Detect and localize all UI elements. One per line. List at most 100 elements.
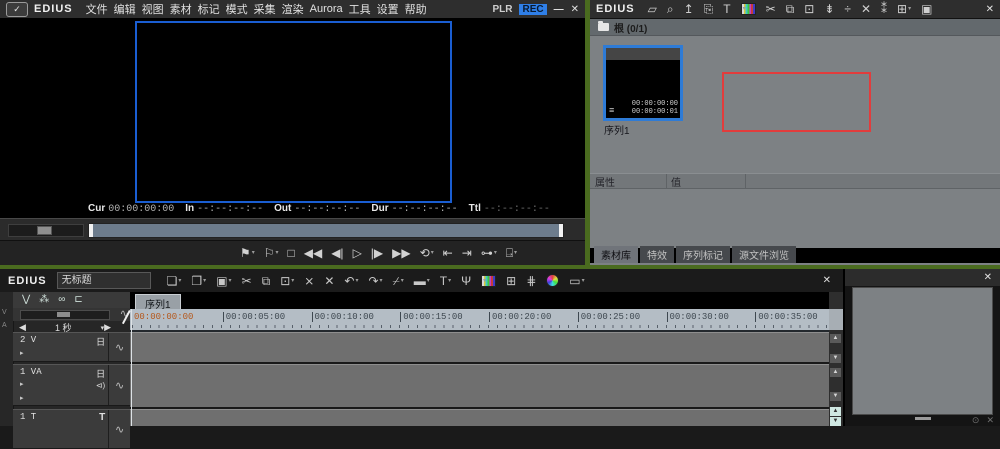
undo-icon[interactable]: ↶▾ xyxy=(344,275,358,287)
bin-tab[interactable]: 序列标记 xyxy=(676,246,730,263)
new-sequence-icon-dropdown[interactable]: ▾ xyxy=(178,278,181,284)
scroll-up-icon[interactable]: ▲ xyxy=(830,334,841,343)
scroll-down-icon[interactable]: ▼ xyxy=(830,417,841,426)
copy-icon[interactable]: ⧉ xyxy=(786,3,795,15)
view-mode-icon[interactable]: ⊞▾ xyxy=(897,3,911,15)
jump-to-out-icon[interactable]: ⇥ xyxy=(462,247,472,259)
zoom-slider-handle[interactable] xyxy=(57,312,70,317)
expand-track-icon[interactable]: ▸ xyxy=(20,394,24,402)
snap-mode-icon[interactable]: ⊏ xyxy=(74,295,82,305)
cut-icon[interactable]: ✂ xyxy=(242,275,252,287)
close-button[interactable]: ✕ xyxy=(571,4,579,15)
add-cut-point-icon[interactable]: ⌿▾ xyxy=(393,275,404,287)
play-around-icon[interactable]: ⊶▾ xyxy=(481,247,497,259)
video-audio-track-lane[interactable] xyxy=(130,364,829,409)
menu-item[interactable]: 工具 xyxy=(349,1,371,17)
bin-folder-header[interactable]: 根 (0/1) xyxy=(590,19,1000,36)
menu-item[interactable]: 视图 xyxy=(142,1,164,17)
cut-icon[interactable]: ✂ xyxy=(766,3,776,15)
palette-resize-handle[interactable] xyxy=(915,417,931,420)
expand-track-icon[interactable]: ▸ xyxy=(20,380,24,388)
play-icon[interactable]: ▷ xyxy=(353,247,362,259)
shuttle-slider[interactable] xyxy=(8,224,84,237)
fast-forward-icon[interactable]: ▶▶ xyxy=(392,247,410,259)
set-out-flag-icon-dropdown[interactable]: ▾ xyxy=(275,250,278,256)
open-project-icon-dropdown[interactable]: ▾ xyxy=(203,278,206,284)
clip-thumbnail[interactable]: ≡ 00:00:00:00 00:00:00:01 xyxy=(603,45,683,121)
shuttle-handle[interactable] xyxy=(37,226,52,235)
ripple-mode-icon[interactable]: ∞ xyxy=(58,295,65,305)
insert-mode-icon[interactable]: ⋁ xyxy=(22,295,30,305)
paste-icon[interactable]: ⊡▾ xyxy=(280,275,294,287)
project-title-field[interactable]: 无标题 xyxy=(57,272,151,289)
loop-icon-dropdown[interactable]: ▾ xyxy=(431,250,434,256)
create-title-icon[interactable]: T▾ xyxy=(440,275,451,287)
voiceover-icon[interactable]: Ψ xyxy=(461,275,471,287)
track-header-video[interactable]: 2 V 日 ▸ ∿ xyxy=(13,332,130,362)
menu-item[interactable]: 渲染 xyxy=(282,1,304,17)
up-folder-icon[interactable]: ↥ xyxy=(684,3,694,15)
bin-tab[interactable]: 源文件浏览 xyxy=(732,246,796,263)
add-clip-icon[interactable]: ⎘ xyxy=(704,3,714,15)
colorbars-icon[interactable]: ▾ xyxy=(741,3,756,15)
menu-item[interactable]: 文件 xyxy=(86,1,108,17)
ripple-cut-icon[interactable]: ⨯ xyxy=(304,275,314,287)
redo-icon[interactable]: ↷▾ xyxy=(368,275,382,287)
toolbox-icon[interactable]: ▣ xyxy=(921,3,932,15)
video-track-icon[interactable]: 日 xyxy=(96,335,105,348)
search-icon[interactable]: ⌕ xyxy=(667,3,674,15)
set-in-flag-icon-dropdown[interactable]: ▾ xyxy=(252,250,255,256)
save-project-icon-dropdown[interactable]: ▾ xyxy=(229,278,232,284)
minimize-button[interactable]: — xyxy=(554,4,564,15)
timeline-ruler[interactable]: 00:00:00:0000:00:05:0000:00:10:0000:00:1… xyxy=(130,309,829,332)
scroll-down-icon[interactable]: ▼ xyxy=(830,354,841,363)
save-project-icon[interactable]: ▣▾ xyxy=(216,275,231,287)
menu-item[interactable]: 素材 xyxy=(170,1,192,17)
paste-icon-dropdown[interactable]: ▾ xyxy=(291,278,294,284)
position-scrollbar-left-cap[interactable] xyxy=(89,224,93,237)
monitor-layout-icon[interactable]: ▭▾ xyxy=(569,275,584,287)
expand-track-icon[interactable]: ▸ xyxy=(20,349,24,357)
set-out-flag-icon[interactable]: ⚐▾ xyxy=(264,247,279,259)
position-scrollbar[interactable] xyxy=(88,223,564,238)
palette-close-button[interactable]: ✕ xyxy=(984,272,992,283)
pin-icon[interactable]: ⇟ xyxy=(824,3,834,15)
track-header-video-audio[interactable]: 1 VA 日 ⊲) ▸ ▸ ∿ xyxy=(13,364,130,406)
loop-icon[interactable]: ⟲▾ xyxy=(420,247,434,259)
menu-item[interactable]: Aurora xyxy=(310,3,343,15)
copy-icon[interactable]: ⧉ xyxy=(262,275,271,287)
colorbars-icon[interactable]: ▾ xyxy=(481,275,496,287)
menu-item[interactable]: 帮助 xyxy=(405,1,427,17)
scroll-up-icon[interactable]: ▲ xyxy=(830,368,841,377)
create-title-icon-dropdown[interactable]: ▾ xyxy=(448,278,451,284)
paste-icon[interactable]: ⊡ xyxy=(804,3,814,15)
zoom-slider[interactable] xyxy=(20,310,110,320)
video-track-lane[interactable] xyxy=(130,332,829,364)
scroll-up-icon[interactable]: ▲ xyxy=(830,407,841,416)
patch-source-icon[interactable]: ∿ xyxy=(108,410,130,448)
playhead-line[interactable] xyxy=(131,309,132,426)
clip-label[interactable]: 序列1 xyxy=(604,122,630,137)
patch-source-icon[interactable]: ∿ xyxy=(108,333,130,361)
value-column-header[interactable]: 值 xyxy=(667,174,746,188)
title-track-icon[interactable]: T xyxy=(99,412,105,423)
menu-item[interactable]: 采集 xyxy=(254,1,276,17)
monitor-layout-icon-dropdown[interactable]: ▾ xyxy=(582,278,585,284)
colorbars-icon-dropdown[interactable]: ▾ xyxy=(743,6,746,12)
colorbars-icon-dropdown[interactable]: ▾ xyxy=(483,278,486,284)
add-cut-point-icon-dropdown[interactable]: ▾ xyxy=(401,278,404,284)
menu-item[interactable]: 编辑 xyxy=(114,1,136,17)
next-frame-icon[interactable]: |▶ xyxy=(371,247,383,259)
view-mode-icon-dropdown[interactable]: ▾ xyxy=(908,6,911,12)
resize-grip-icon[interactable]: ⊙ xyxy=(972,416,980,425)
export-icon[interactable]: ⍈▾ xyxy=(506,247,517,259)
stop-icon[interactable]: □ xyxy=(287,247,294,259)
bin-tab[interactable]: 特效 xyxy=(640,246,674,263)
menu-item[interactable]: 标记 xyxy=(198,1,220,17)
bin-close-button[interactable]: ✕ xyxy=(986,4,994,15)
menu-item[interactable]: 模式 xyxy=(226,1,248,17)
video-track-icon[interactable]: 日 xyxy=(96,367,105,380)
audio-mixer-icon[interactable]: ⋕ xyxy=(526,275,536,287)
track-header-title[interactable]: 1 T T ∿ xyxy=(13,409,130,449)
timeline-close-button[interactable]: ✕ xyxy=(823,275,831,286)
